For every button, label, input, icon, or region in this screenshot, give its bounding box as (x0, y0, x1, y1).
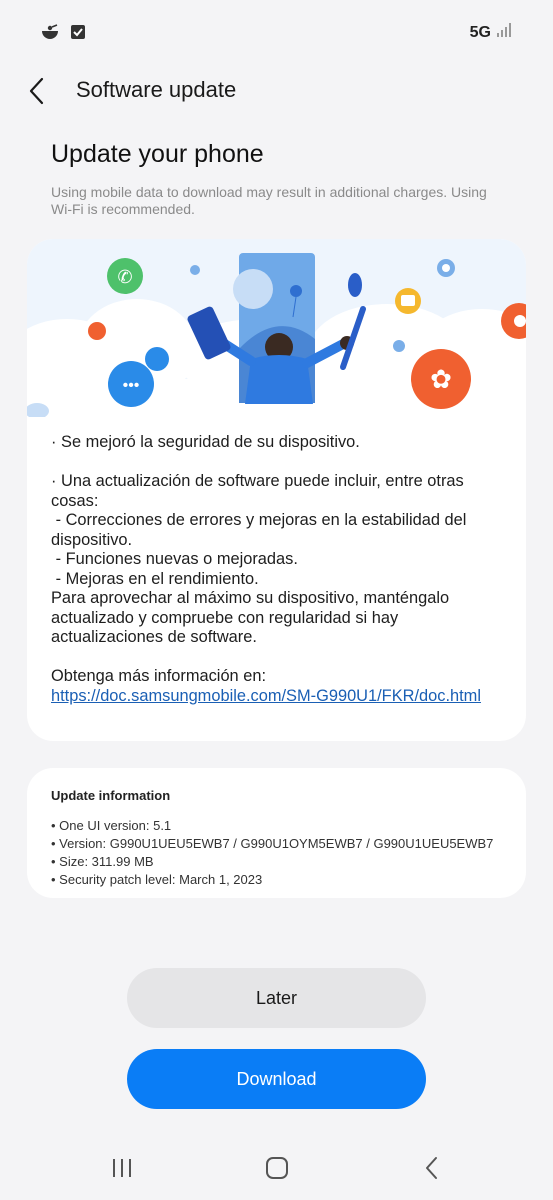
status-right: 5G (470, 23, 513, 42)
info-security-patch: • Security patch level: March 1, 2023 (51, 872, 263, 887)
status-bar: 5G (0, 0, 553, 60)
mobile-data-notice: Using mobile data to download may result… (51, 184, 487, 217)
svg-text:•••: ••• (123, 377, 140, 394)
download-button[interactable]: Download (127, 1049, 426, 1109)
network-label: 5G (469, 23, 491, 41)
more-info-link[interactable]: https://doc.samsungmobile.com/SM-G990U1/… (51, 687, 481, 705)
svg-text:✆: ✆ (117, 267, 132, 287)
update-info-title: Update information (51, 788, 171, 803)
recent-apps-icon (113, 1159, 131, 1177)
app-bar: Software update (0, 70, 553, 110)
update-info-card: Update information • One UI version: 5.1… (27, 768, 526, 898)
page-title: Software update (76, 77, 237, 102)
info-size: • Size: 311.99 MB (51, 854, 154, 869)
back-arrow-icon (29, 77, 44, 105)
info-version: • Version: G990U1UEU5EWB7 / G990U1OYM5EW… (51, 836, 494, 851)
notification-app-icon (40, 24, 60, 45)
update-illustration: ✆ ••• ✿ (27, 239, 526, 429)
status-left (40, 24, 86, 45)
update-illustration-art: ✆ ••• ✿ (27, 253, 526, 429)
update-heading: Update your phone (51, 140, 264, 168)
checkbox-icon (70, 24, 86, 45)
svg-text:✿: ✿ (430, 364, 452, 394)
signal-icon (497, 23, 513, 42)
nav-back-button[interactable] (412, 1150, 452, 1186)
back-button[interactable] (22, 74, 54, 106)
update-info-list: • One UI version: 5.1 • Version: G990U1U… (51, 817, 493, 889)
navigation-bar (0, 1140, 553, 1200)
release-notes: · Se mejoró la seguridad de su dispositi… (51, 433, 506, 706)
back-icon (426, 1157, 437, 1179)
home-icon (266, 1157, 288, 1179)
info-one-ui-version: • One UI version: 5.1 (51, 818, 172, 833)
home-button[interactable] (257, 1150, 297, 1186)
release-notes-text: · Se mejoró la seguridad de su dispositi… (51, 433, 467, 685)
release-notes-card: ✆ ••• ✿ · Se mejoró la seguridad de su d… (27, 239, 526, 741)
recent-apps-button[interactable] (102, 1150, 142, 1186)
later-button[interactable]: Later (127, 968, 426, 1028)
